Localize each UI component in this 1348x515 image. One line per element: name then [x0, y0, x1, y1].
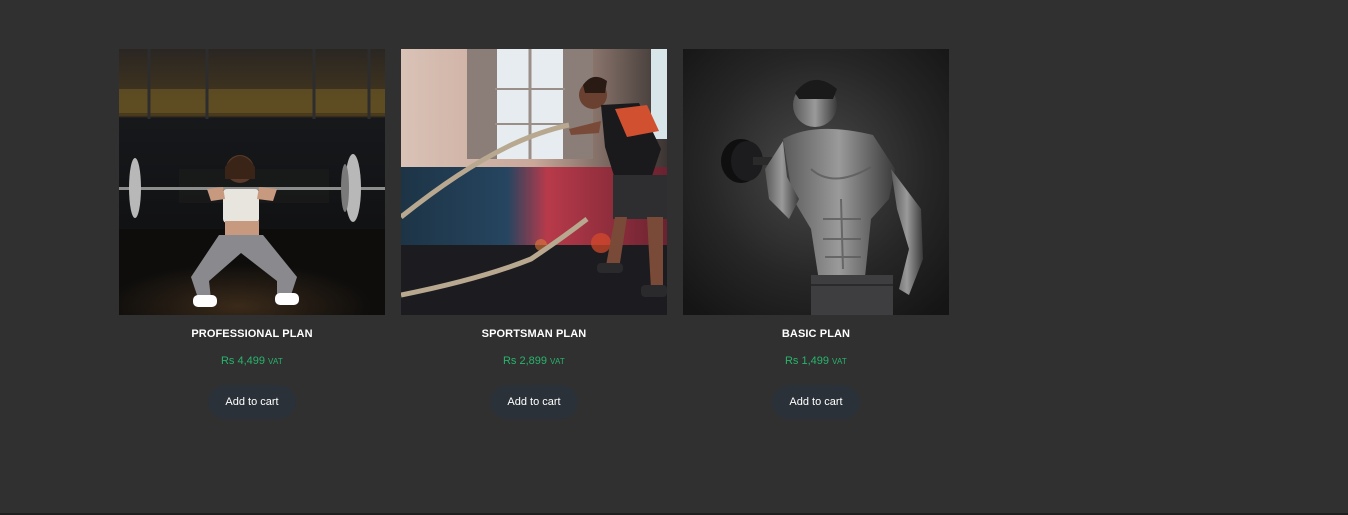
price-suffix: VAT — [268, 357, 283, 366]
price-suffix: VAT — [550, 357, 565, 366]
price-amount: Rs 4,499 — [220, 355, 266, 367]
product-card-professional: PROFESSIONAL PLAN Rs 4,499 VAT Add to ca… — [119, 49, 385, 419]
product-grid: PROFESSIONAL PLAN Rs 4,499 VAT Add to ca… — [119, 49, 949, 419]
product-price: Rs 4,499 VAT — [221, 354, 283, 369]
product-title[interactable]: SPORTSMAN PLAN — [482, 327, 587, 341]
product-title[interactable]: PROFESSIONAL PLAN — [191, 327, 312, 341]
price-suffix: VAT — [832, 357, 847, 366]
woman-barbell-squat-photo — [119, 49, 385, 315]
product-card-basic: BASIC PLAN Rs 1,499 VAT Add to cart — [683, 49, 949, 419]
product-image-professional[interactable] — [119, 49, 385, 315]
man-dumbbell-curl-photo — [683, 49, 949, 315]
man-battle-ropes-photo — [401, 49, 667, 315]
add-to-cart-button[interactable]: Add to cart — [772, 385, 860, 419]
price-amount: Rs 2,899 — [502, 355, 548, 367]
add-to-cart-button[interactable]: Add to cart — [490, 385, 578, 419]
product-price: Rs 1,499 VAT — [785, 354, 847, 369]
product-price: Rs 2,899 VAT — [503, 354, 565, 369]
product-title[interactable]: BASIC PLAN — [782, 327, 850, 341]
add-to-cart-button[interactable]: Add to cart — [208, 385, 296, 419]
product-image-basic[interactable] — [683, 49, 949, 315]
product-card-sportsman: SPORTSMAN PLAN Rs 2,899 VAT Add to cart — [401, 49, 667, 419]
price-amount: Rs 1,499 — [784, 355, 830, 367]
product-image-sportsman[interactable] — [401, 49, 667, 315]
